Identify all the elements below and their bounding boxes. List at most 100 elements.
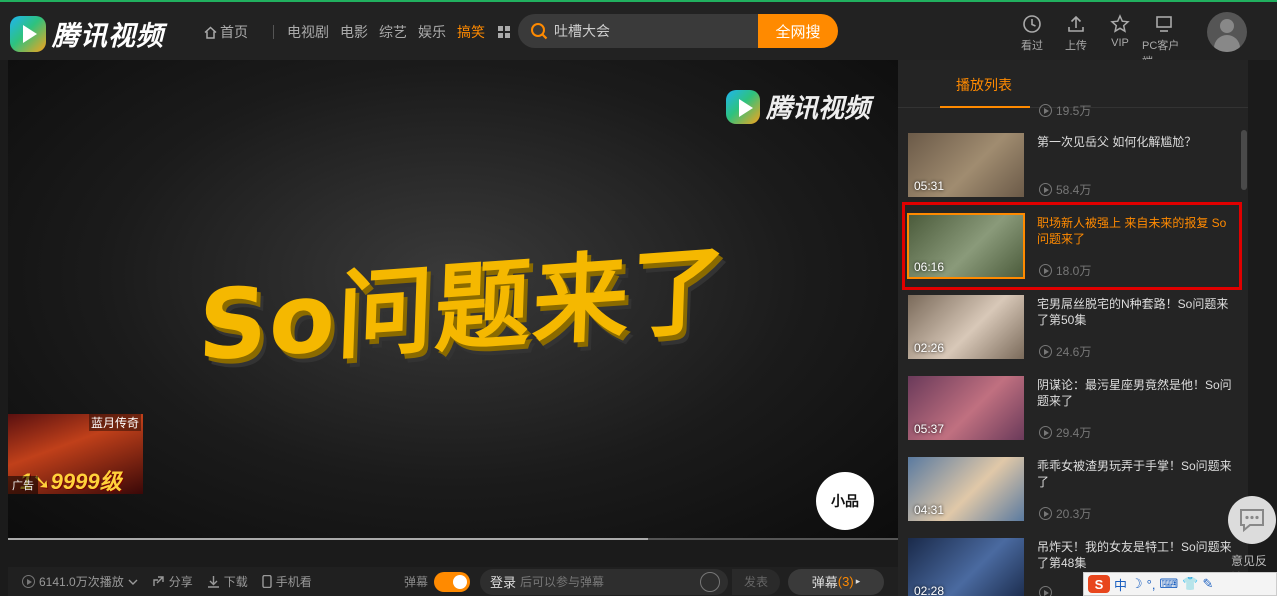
download-label: 下载 [223, 575, 248, 589]
nav-item-funny[interactable]: 搞笑 [457, 22, 485, 42]
play-count-text: 6141.0万次播放 [39, 575, 124, 589]
channel-logo: 小品 [816, 472, 874, 530]
vip-label: VIP [1111, 37, 1129, 49]
playlist-item[interactable]: 04:31 乖乖女被渣男玩弄于手掌！So问题来了 20.3万 [908, 457, 1238, 529]
video-title[interactable]: 阴谋论：最污星座男竟然是他！So问题来了 [1037, 377, 1233, 409]
video-duration: 05:31 [914, 179, 945, 193]
video-duration: 04:31 [914, 503, 945, 517]
video-thumbnail[interactable]: 04:31 [908, 457, 1024, 521]
moon-icon[interactable]: ☽ [1131, 576, 1143, 592]
danmaku-placeholder: 后可以参与弹幕 [520, 575, 605, 589]
views-icon [1039, 264, 1052, 277]
tools-icon[interactable]: ✎ [1202, 576, 1213, 592]
progress-fill [8, 538, 648, 540]
playlist-scrollbar[interactable] [1241, 130, 1247, 190]
playlist-tabs: 播放列表 [898, 60, 1248, 108]
danmaku-panel-button[interactable]: 弹幕 (3) ▸ [788, 568, 884, 595]
danmaku-button-label: 弹幕 [811, 575, 838, 590]
user-avatar[interactable] [1207, 12, 1247, 52]
progress-bar[interactable] [8, 538, 898, 540]
mobile-watch-button[interactable]: 手机看 [262, 573, 312, 590]
emoji-icon[interactable] [699, 571, 720, 592]
pc-client-icon [1156, 16, 1172, 32]
video-thumbnail[interactable]: 02:28 [908, 538, 1024, 596]
danmaku-count: (3) [837, 574, 854, 589]
search-all-button[interactable]: 全网搜 [758, 14, 838, 48]
ime-mode[interactable]: 中 [1114, 575, 1127, 594]
playlist-item[interactable]: 05:37 阴谋论：最污星座男竟然是他！So问题来了 29.4万 [908, 376, 1238, 448]
site-logo[interactable]: 腾讯视频 [10, 14, 164, 53]
video-info-bar: 6141.0万次播放 分享 下载 手机看 弹幕 登录 后可以参与弹幕 发表 弹幕… [8, 567, 898, 596]
video-frame[interactable]: 腾讯视频 So问题来了 蓝月传奇 1➘9999级 广告 小品 [8, 60, 898, 540]
chevron-down-icon[interactable] [128, 578, 138, 586]
video-thumbnail[interactable]: 05:31 [908, 133, 1024, 197]
share-button[interactable]: 分享 [152, 573, 193, 590]
home-icon [204, 25, 217, 39]
video-views: 29.4万 [1039, 424, 1091, 441]
skin-icon[interactable]: 👕 [1182, 576, 1198, 592]
video-thumbnail[interactable]: 05:37 [908, 376, 1024, 440]
ime-toolbar: S 中 ☽ °, ⌨ 👕 ✎ [1083, 572, 1277, 596]
search-box [518, 14, 758, 48]
playlist-panel: 播放列表 19.5万 05:31 第一次见岳父 如何化解尴尬？ 58.4万 06:16… [898, 60, 1248, 596]
video-title[interactable]: 第一次见岳父 如何化解尴尬？ [1037, 134, 1233, 150]
video-views: 20.3万 [1039, 505, 1091, 522]
video-views-text: 29.4万 [1056, 426, 1092, 440]
vip-icon [1110, 14, 1130, 33]
share-icon [153, 576, 164, 586]
video-thumbnail[interactable]: 06:16 [907, 213, 1025, 279]
video-player[interactable]: 腾讯视频 So问题来了 蓝月传奇 1➘9999级 广告 小品 [8, 60, 898, 540]
views-icon [1039, 426, 1052, 439]
watermark-text: 腾讯视频 [765, 93, 870, 123]
history-icon [1023, 15, 1041, 33]
nav-home[interactable]: 首页 [204, 22, 259, 42]
video-duration: 06:16 [914, 260, 945, 274]
video-views: 24.6万 [1039, 343, 1091, 360]
video-title[interactable]: 宅男屌丝脱宅的N种套路！So问题来了第50集 [1037, 296, 1233, 328]
video-thumbnail[interactable]: 02:26 [908, 295, 1024, 359]
nav-item-tv[interactable]: 电视剧 [287, 22, 329, 42]
tab-playlist[interactable]: 播放列表 [956, 75, 1012, 95]
sogou-logo-icon[interactable]: S [1088, 575, 1110, 593]
download-icon [207, 576, 219, 588]
share-label: 分享 [168, 575, 193, 589]
search-bar: 全网搜 [518, 14, 838, 48]
prev-item-views: 19.5万 [1039, 102, 1091, 119]
danmaku-login-link[interactable]: 登录 [490, 572, 516, 591]
main-nav: 首页 电视剧 电影 综艺 娱乐 搞笑 [204, 22, 521, 42]
nav-item-variety[interactable]: 综艺 [379, 22, 407, 42]
video-title[interactable]: 吊炸天！我的女友是特工！So问题来了第48集 [1037, 539, 1233, 571]
views-icon [1039, 183, 1052, 196]
views-icon [1039, 345, 1052, 358]
views-icon [1039, 507, 1052, 520]
play-count-icon [22, 575, 35, 588]
download-button[interactable]: 下载 [207, 573, 248, 590]
ad-banner[interactable]: 蓝月传奇 1➘9999级 广告 [8, 414, 143, 494]
caret-right-icon: ▸ [855, 576, 861, 586]
chat-bubble-icon [1240, 509, 1264, 532]
video-duration: 02:26 [914, 341, 945, 355]
video-views: 58.4万 [1039, 181, 1091, 198]
playlist-item[interactable]: 05:31 第一次见岳父 如何化解尴尬？ 58.4万 [908, 133, 1238, 205]
search-input[interactable] [554, 23, 744, 39]
nav-item-movie[interactable]: 电影 [340, 22, 368, 42]
nav-item-entertainment[interactable]: 娱乐 [418, 22, 446, 42]
more-channels-grid-icon[interactable] [498, 26, 510, 38]
logo-text: 腾讯视频 [52, 21, 164, 51]
danmaku-send-button[interactable]: 发表 [731, 568, 780, 595]
video-views-text: 58.4万 [1056, 183, 1092, 197]
video-title[interactable]: 乖乖女被渣男玩弄于手掌！So问题来了 [1037, 458, 1233, 490]
feedback-button[interactable] [1228, 496, 1276, 544]
playlist-item[interactable]: 06:16 职场新人被强上 来自未来的报复 So问题来了 18.0万 [907, 213, 1238, 286]
nav-home-label: 首页 [220, 24, 248, 40]
video-title[interactable]: 职场新人被强上 来自未来的报复 So问题来了 [1037, 215, 1233, 247]
playlist-item[interactable]: 02:26 宅男屌丝脱宅的N种套路！So问题来了第50集 24.6万 [908, 295, 1238, 367]
danmaku-toggle[interactable] [433, 571, 470, 592]
keyboard-icon[interactable]: ⌨ [1159, 576, 1178, 592]
danmaku-input[interactable]: 登录 后可以参与弹幕 [479, 568, 728, 595]
views-icon [1039, 104, 1052, 117]
punctuation-icon[interactable]: °, [1147, 577, 1156, 592]
watermark-logo-icon [725, 89, 760, 124]
mobile-watch-label: 手机看 [275, 575, 312, 589]
video-views-text: 18.0万 [1056, 264, 1092, 278]
